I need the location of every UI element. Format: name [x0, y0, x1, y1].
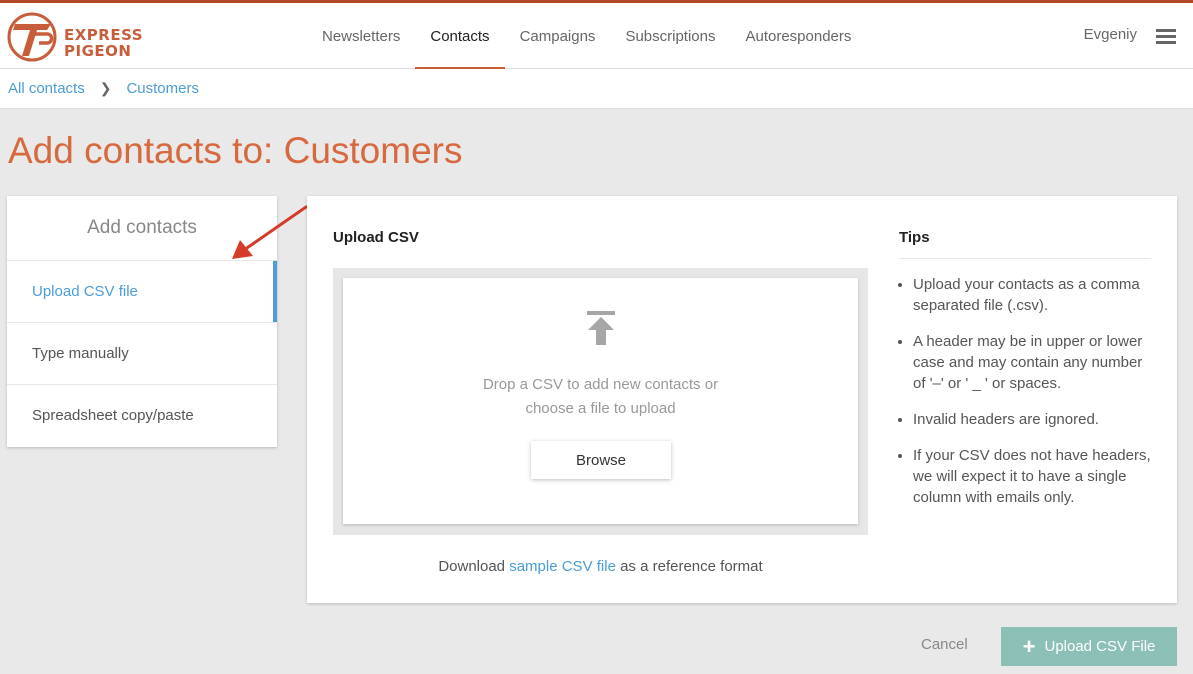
download-prefix: Download — [438, 558, 506, 575]
hamburger-icon[interactable] — [1156, 29, 1176, 45]
drop-zone-card[interactable]: Drop a CSV to add new contacts or choose… — [343, 278, 858, 524]
tip-item: Invalid headers are ignored. — [913, 409, 1151, 430]
main-nav: Newsletters Contacts Campaigns Subscript… — [307, 6, 866, 70]
page-title: Add contacts to: Customers — [8, 130, 463, 171]
upload-icon — [587, 311, 615, 345]
logo-line-1: EXPRESS — [64, 26, 144, 44]
tips-title: Tips — [899, 229, 1151, 259]
sidebar-item-upload-csv[interactable]: Upload CSV file — [7, 261, 277, 323]
logo-line-2: PIGEON — [64, 42, 132, 60]
nav-subscriptions[interactable]: Subscriptions — [610, 6, 730, 70]
annotation-arrow-icon — [232, 205, 308, 259]
logo-wordmark: EXPRESS PIGEON — [64, 27, 143, 59]
upload-csv-panel: Upload CSV Drop a CSV to add new contact… — [307, 196, 1177, 603]
logo-mark-icon — [7, 12, 57, 62]
nav-campaigns[interactable]: Campaigns — [505, 6, 611, 70]
download-suffix: as a reference format — [620, 558, 763, 575]
upload-csv-file-button[interactable]: + Upload CSV File — [1001, 627, 1177, 666]
nav-autoresponders[interactable]: Autoresponders — [730, 6, 866, 70]
express-pigeon-logo[interactable]: EXPRESS PIGEON — [7, 10, 143, 64]
breadcrumb: All contacts ❯ Customers — [0, 69, 1193, 109]
csv-drop-zone[interactable]: Drop a CSV to add new contacts or choose… — [333, 268, 868, 535]
chevron-right-icon: ❯ — [99, 80, 112, 96]
download-sample-line: Download sample CSV file as a reference … — [333, 558, 868, 575]
nav-newsletters[interactable]: Newsletters — [307, 6, 415, 70]
nav-contacts[interactable]: Contacts — [415, 6, 505, 70]
browse-button[interactable]: Browse — [531, 441, 671, 479]
tip-item: Upload your contacts as a comma separate… — [913, 274, 1151, 316]
upload-csv-title: Upload CSV — [333, 229, 419, 246]
drop-instructions: Drop a CSV to add new contacts or choose… — [343, 373, 858, 421]
drop-instructions-line-1: Drop a CSV to add new contacts or — [482, 376, 719, 393]
cancel-button[interactable]: Cancel — [921, 636, 968, 653]
breadcrumb-all-contacts[interactable]: All contacts — [8, 80, 85, 97]
upload-csv-file-label: Upload CSV File — [1044, 638, 1156, 655]
tip-item: If your CSV does not have headers, we wi… — [913, 445, 1151, 508]
tips-panel: Tips Upload your contacts as a comma sep… — [899, 229, 1151, 523]
top-navbar: EXPRESS PIGEON Newsletters Contacts Camp… — [0, 0, 1193, 70]
user-name[interactable]: Evgeniy — [1084, 26, 1137, 43]
tips-list: Upload your contacts as a comma separate… — [899, 274, 1151, 508]
plus-icon: + — [1022, 633, 1036, 659]
sample-csv-link[interactable]: sample CSV file — [509, 558, 616, 575]
tip-item: A header may be in upper or lower case a… — [913, 331, 1151, 394]
sidebar-item-type-manually[interactable]: Type manually — [7, 323, 277, 385]
breadcrumb-customers[interactable]: Customers — [126, 80, 199, 97]
drop-instructions-line-2: choose a file to upload — [525, 400, 676, 417]
sidebar-item-spreadsheet-paste[interactable]: Spreadsheet copy/paste — [7, 385, 277, 447]
